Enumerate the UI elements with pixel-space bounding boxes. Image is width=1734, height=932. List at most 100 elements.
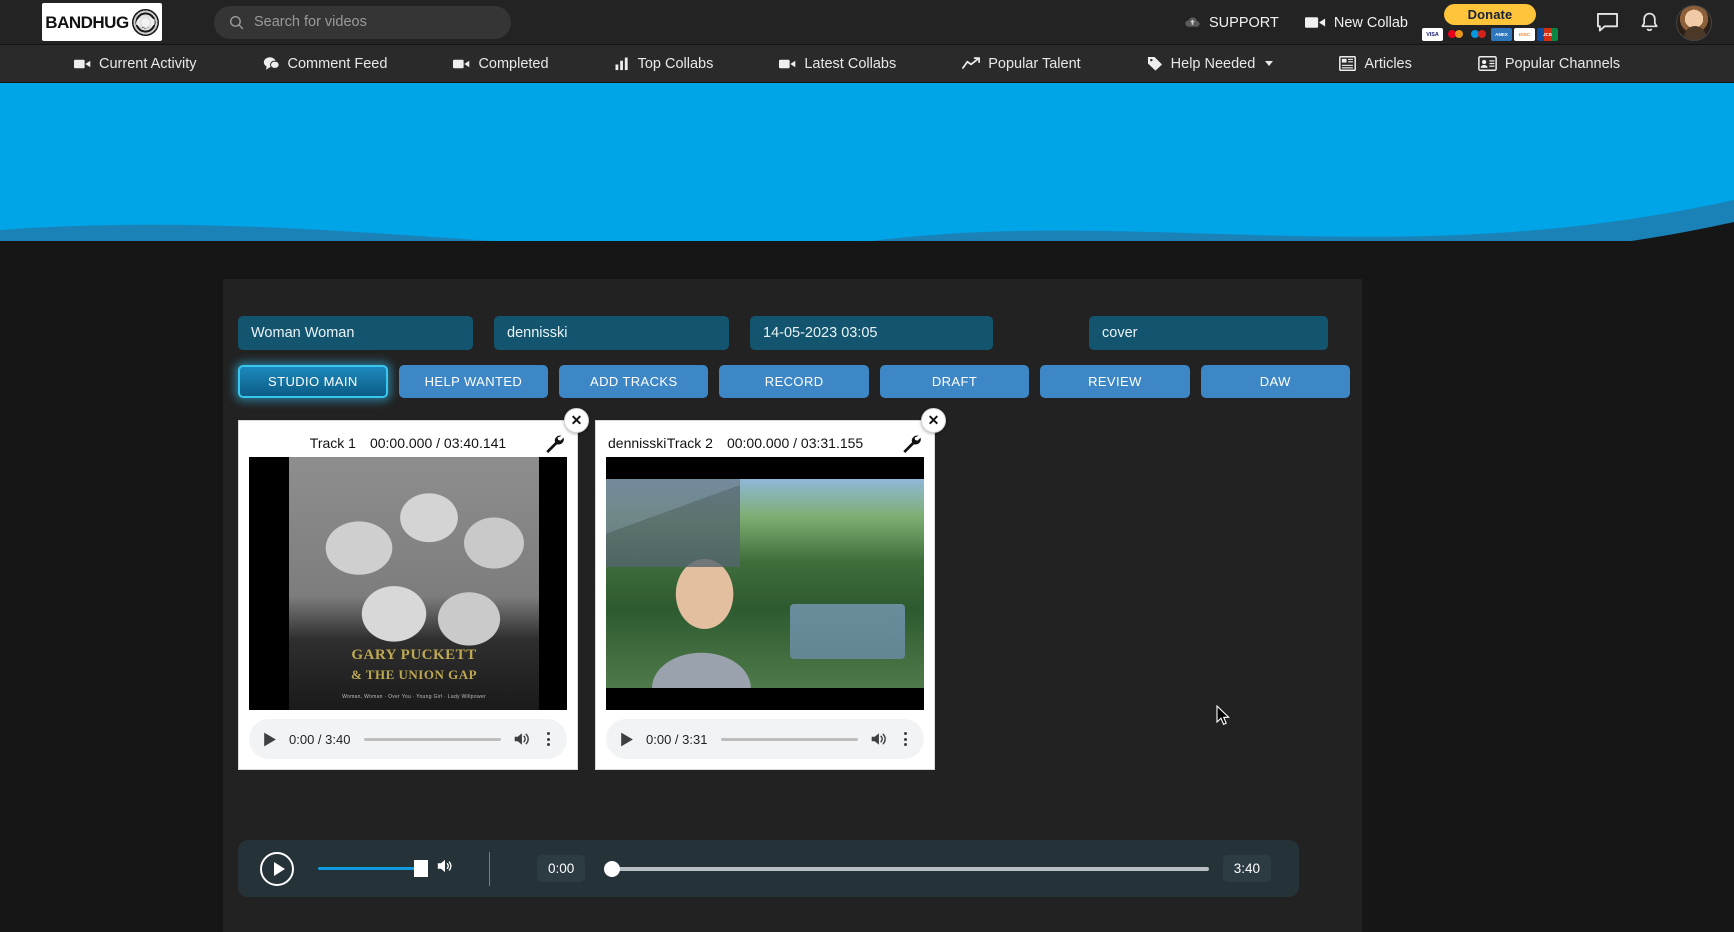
track-header: Track 1 00:00.000 / 03:40.141 <box>249 429 567 457</box>
nav-item-popular-channels[interactable]: Popular Channels <box>1477 55 1621 72</box>
play-icon[interactable] <box>618 731 635 748</box>
nav-item-comment-feed[interactable]: Comment Feed <box>263 55 388 72</box>
tab-studio-main[interactable]: STUDIO MAIN <box>238 365 388 398</box>
top-bar: BANDHUG Search for videos SUPPORT New Co… <box>0 0 1734 45</box>
new-collab-button[interactable]: New Collab <box>1304 14 1408 31</box>
mastercard-card-icon <box>1445 28 1466 41</box>
studio-page: BANDHUG Search for videos SUPPORT New Co… <box>0 0 1734 932</box>
nav-item-help-needed[interactable]: Help Needed <box>1147 56 1274 72</box>
metadata-fields: Woman Woman dennisski 14-05-2023 03:05 c… <box>223 279 1362 350</box>
play-icon[interactable] <box>261 731 278 748</box>
tab-help-wanted[interactable]: HELP WANTED <box>398 365 549 398</box>
support-button[interactable]: SUPPORT <box>1184 14 1279 31</box>
master-volume[interactable] <box>318 857 454 880</box>
nav-item-popular-talent[interactable]: Popular Talent <box>962 56 1081 72</box>
wrench-icon[interactable] <box>900 432 922 454</box>
album-art: GARY PUCKETT & THE UNION GAP Woman, Woma… <box>289 457 539 710</box>
audio-player: 0:00 / 3:31 <box>606 719 924 759</box>
nav-item-current-activity[interactable]: Current Activity <box>74 56 197 72</box>
player-progress-bar[interactable] <box>721 737 858 741</box>
search-placeholder: Search for videos <box>254 14 367 30</box>
category-field[interactable]: cover <box>1089 316 1328 350</box>
studio-panel: Woman Woman dennisski 14-05-2023 03:05 c… <box>223 279 1362 932</box>
mouse-cursor <box>1216 705 1230 726</box>
nav-item-completed[interactable]: Completed <box>453 56 549 72</box>
logo-wordmark: BANDHUG <box>45 12 129 32</box>
username-field[interactable]: dennisski <box>494 316 729 350</box>
donate-button[interactable]: Donate <box>1444 4 1536 25</box>
video-camera-icon <box>1304 17 1325 28</box>
close-icon[interactable]: ✕ <box>564 408 589 433</box>
transport-bar: 0:00 3:40 <box>238 840 1299 897</box>
close-icon[interactable]: ✕ <box>921 408 946 433</box>
search-icon <box>229 15 244 29</box>
support-label: SUPPORT <box>1209 14 1279 31</box>
video-camera-icon <box>453 59 470 68</box>
track-time: 00:00.000 / 03:40.141 <box>369 435 507 451</box>
new-collab-label: New Collab <box>1333 14 1408 31</box>
tab-add-tracks[interactable]: ADD TRACKS <box>559 365 709 398</box>
play-button[interactable] <box>260 851 294 886</box>
track-video[interactable] <box>606 457 924 710</box>
total-time: 3:40 <box>1222 855 1271 882</box>
track-name: Track 2 <box>666 435 713 451</box>
wrench-icon[interactable] <box>543 432 565 454</box>
notifications-button[interactable] <box>1628 0 1670 45</box>
volume-knob[interactable] <box>414 860 428 877</box>
nav-item-latest-collabs[interactable]: Latest Collabs <box>779 56 896 72</box>
track-video[interactable]: GARY PUCKETT & THE UNION GAP Woman, Woma… <box>249 457 567 710</box>
divider <box>489 851 490 886</box>
bar-chart-icon <box>615 57 628 70</box>
nav-label: Help Needed <box>1170 55 1256 72</box>
volume-icon[interactable] <box>436 857 454 880</box>
kebab-menu-icon[interactable] <box>541 732 555 746</box>
volume-slider[interactable] <box>318 867 416 870</box>
album-art-credits: Woman, Woman · Over You · Young Girl · L… <box>342 694 486 700</box>
album-art-subtitle: & THE UNION GAP <box>350 667 478 683</box>
date-field[interactable]: 14-05-2023 03:05 <box>750 316 993 350</box>
chat-bubble-icon <box>1596 13 1618 32</box>
track-name: Track 1 <box>309 435 356 451</box>
nav-item-top-collabs[interactable]: Top Collabs <box>615 55 714 72</box>
nav-label: Articles <box>1364 55 1412 72</box>
chat-button[interactable] <box>1586 0 1628 45</box>
seek-knob[interactable] <box>604 860 621 877</box>
track-row: ✕ dennisski Track 2 00:00.000 / 03:31.15… <box>595 408 946 770</box>
search-input[interactable]: Search for videos <box>214 5 511 39</box>
volume-icon[interactable] <box>869 730 887 748</box>
paypal-donate[interactable]: Donate VISA AMEX DISC JCB <box>1422 4 1558 41</box>
player-time: 0:00 / 3:40 <box>289 731 351 747</box>
tab-record[interactable]: RECORD <box>719 365 869 398</box>
discover-card-icon: DISC <box>1514 28 1535 41</box>
player-progress-bar[interactable] <box>364 737 501 741</box>
nav-label: Popular Channels <box>1504 55 1621 72</box>
tab-draft[interactable]: DRAFT <box>879 365 1030 398</box>
cloud-upload-icon <box>1185 17 1200 27</box>
nav-label: Top Collabs <box>637 55 714 72</box>
nav-item-articles[interactable]: Articles <box>1339 56 1412 72</box>
tab-daw[interactable]: DAW <box>1200 365 1350 398</box>
nav-label: Latest Collabs <box>804 55 897 72</box>
bell-icon <box>1640 12 1658 32</box>
tab-review[interactable]: REVIEW <box>1040 365 1190 398</box>
volume-icon[interactable] <box>512 730 530 748</box>
amex-card-icon: AMEX <box>1491 28 1512 41</box>
video-thumbnail <box>606 479 924 688</box>
video-camera-icon <box>74 59 91 68</box>
site-logo[interactable]: BANDHUG <box>42 3 162 41</box>
jcb-card-icon: JCB <box>1537 28 1558 41</box>
top-bar-right: SUPPORT New Collab Donate VISA AMEX DISC… <box>1184 0 1734 45</box>
seek-bar[interactable] <box>604 860 1209 877</box>
vinyl-hands-icon <box>131 8 159 36</box>
kebab-menu-icon[interactable] <box>898 732 912 746</box>
track-time: 00:00.000 / 03:31.155 <box>726 435 864 451</box>
avatar[interactable] <box>1676 4 1712 41</box>
track-owner: dennisski <box>608 435 667 451</box>
studio-section: Woman Woman dennisski 14-05-2023 03:05 c… <box>0 241 1734 932</box>
nav-label: Current Activity <box>99 55 197 72</box>
comment-icon <box>263 57 280 70</box>
main-nav: Current Activity Comment Feed Completed … <box>0 45 1734 83</box>
studio-tabs: STUDIO MAIN HELP WANTED ADD TRACKS RECOR… <box>223 350 1362 398</box>
nav-label: Comment Feed <box>287 55 388 72</box>
song-title-field[interactable]: Woman Woman <box>238 316 473 350</box>
